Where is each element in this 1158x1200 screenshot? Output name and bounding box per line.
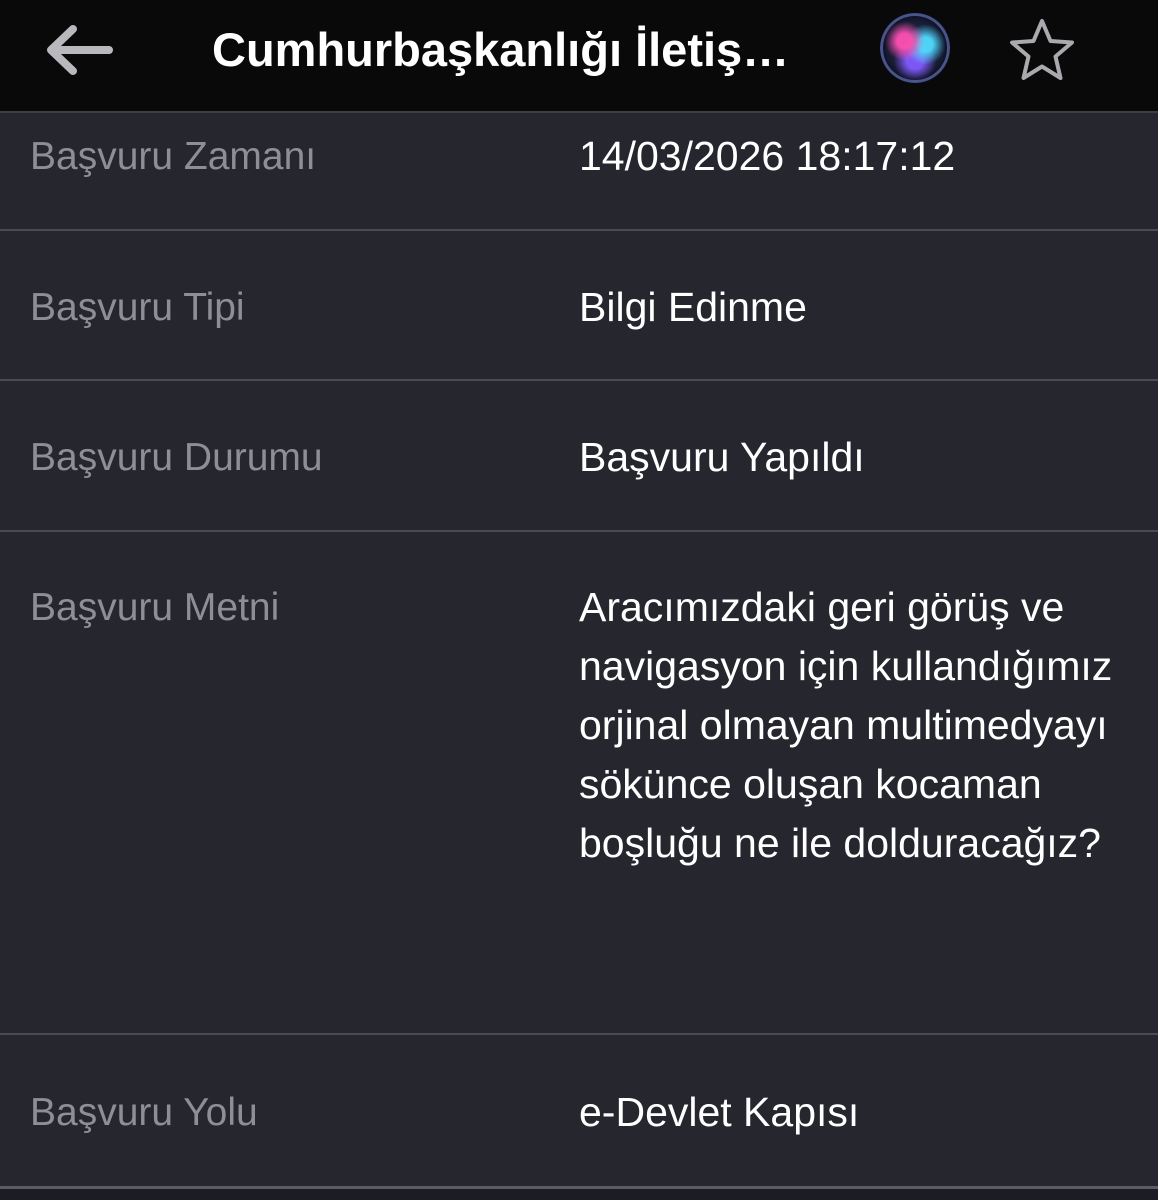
detail-value: Başvuru Yapıldı bbox=[579, 434, 865, 480]
detail-label: Başvuru Yolu bbox=[30, 1091, 258, 1134]
detail-value: Bilgi Edinme bbox=[579, 284, 807, 330]
detail-row-basvuru-metni: Başvuru Metni Aracımızdaki geri görüş ve… bbox=[0, 532, 1158, 1035]
detail-row-basvuru-zamani: Başvuru Zamanı 14/03/2026 18:17:12 bbox=[0, 113, 1158, 231]
detail-label: Başvuru Durumu bbox=[30, 436, 323, 479]
detail-value: 14/03/2026 18:17:12 bbox=[579, 133, 956, 179]
application-details-list: Başvuru Zamanı 14/03/2026 18:17:12 Başvu… bbox=[0, 113, 1158, 1189]
favorite-button[interactable] bbox=[1006, 14, 1078, 86]
detail-value: Aracımızdaki geri görüş ve navigasyon iç… bbox=[579, 584, 1113, 866]
back-button[interactable] bbox=[40, 22, 116, 78]
detail-row-basvuru-tipi: Başvuru Tipi Bilgi Edinme bbox=[0, 231, 1158, 381]
siri-icon[interactable] bbox=[880, 13, 950, 83]
detail-row-basvuru-durumu: Başvuru Durumu Başvuru Yapıldı bbox=[0, 381, 1158, 532]
detail-label: Başvuru Metni bbox=[30, 586, 280, 629]
bottom-divider bbox=[0, 1186, 1158, 1200]
detail-label: Başvuru Zamanı bbox=[30, 135, 317, 178]
arrow-left-icon bbox=[47, 25, 113, 75]
top-navigation-bar: Cumhurbaşkanlığı İletiş… bbox=[0, 0, 1158, 113]
star-outline-icon bbox=[1010, 19, 1074, 80]
detail-label: Başvuru Tipi bbox=[30, 286, 245, 329]
detail-value: e-Devlet Kapısı bbox=[579, 1089, 860, 1135]
page-title: Cumhurbaşkanlığı İletiş… bbox=[212, 23, 790, 76]
detail-row-basvuru-yolu: Başvuru Yolu e-Devlet Kapısı bbox=[0, 1035, 1158, 1189]
